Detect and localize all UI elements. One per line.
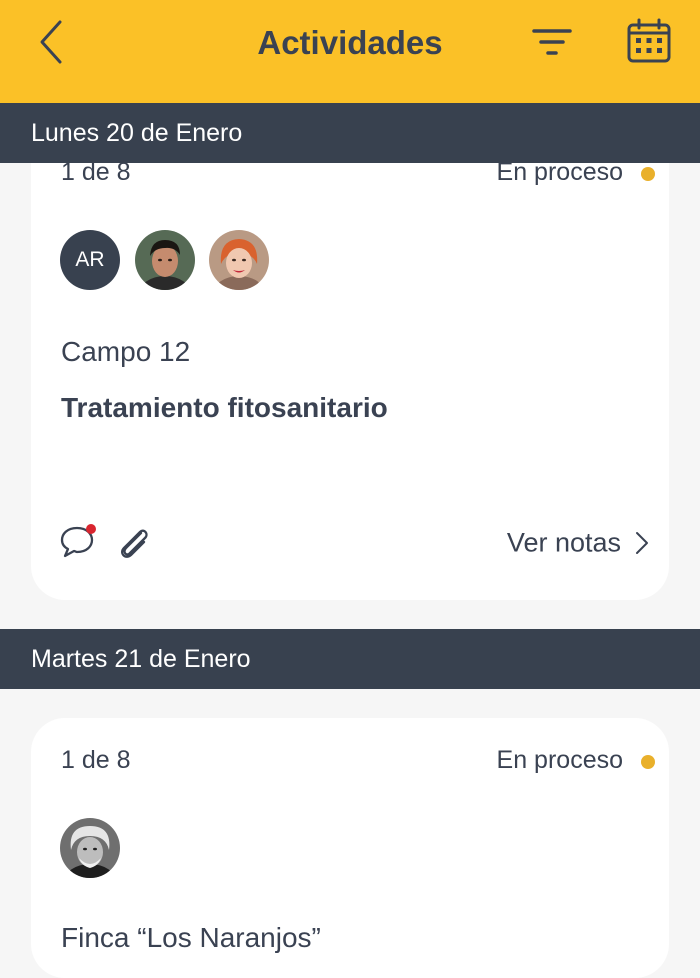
avatar-photo-icon[interactable] [209, 230, 269, 290]
day-header: Martes 21 de Enero [0, 629, 700, 689]
status-dot-icon [641, 167, 655, 181]
status-dot-icon [641, 755, 655, 769]
status-label: En proceso [496, 746, 623, 774]
avatar-photo-icon[interactable] [60, 818, 120, 878]
calendar-icon[interactable] [626, 18, 672, 64]
field-name: Finca “Los Naranjos” [61, 922, 321, 953]
activity-count: 1 de 8 [61, 746, 131, 774]
view-notes-link[interactable]: Ver notas [507, 526, 649, 558]
chevron-right-icon [636, 531, 648, 554]
field-name: Campo 12 [61, 336, 191, 367]
filter-icon[interactable] [528, 24, 576, 60]
activity-card[interactable]: 1 de 8 En proceso Finca “Los Naranjos” [31, 718, 669, 978]
app-header: Actividades [0, 0, 700, 104]
activity-card[interactable]: 1 de 8 En proceso AR Campo 12 Tratamient… [31, 120, 669, 600]
avatar-photo-icon[interactable] [135, 230, 195, 290]
view-notes-label: Ver notas [506, 527, 621, 558]
day-header: Lunes 20 de Enero [0, 103, 700, 163]
paperclip-icon[interactable] [115, 524, 153, 562]
task-title: Tratamiento fitosanitario [61, 392, 388, 423]
page-title: Actividades [257, 24, 443, 61]
comment-icon[interactable] [59, 524, 99, 560]
avatar[interactable]: AR [60, 230, 120, 290]
